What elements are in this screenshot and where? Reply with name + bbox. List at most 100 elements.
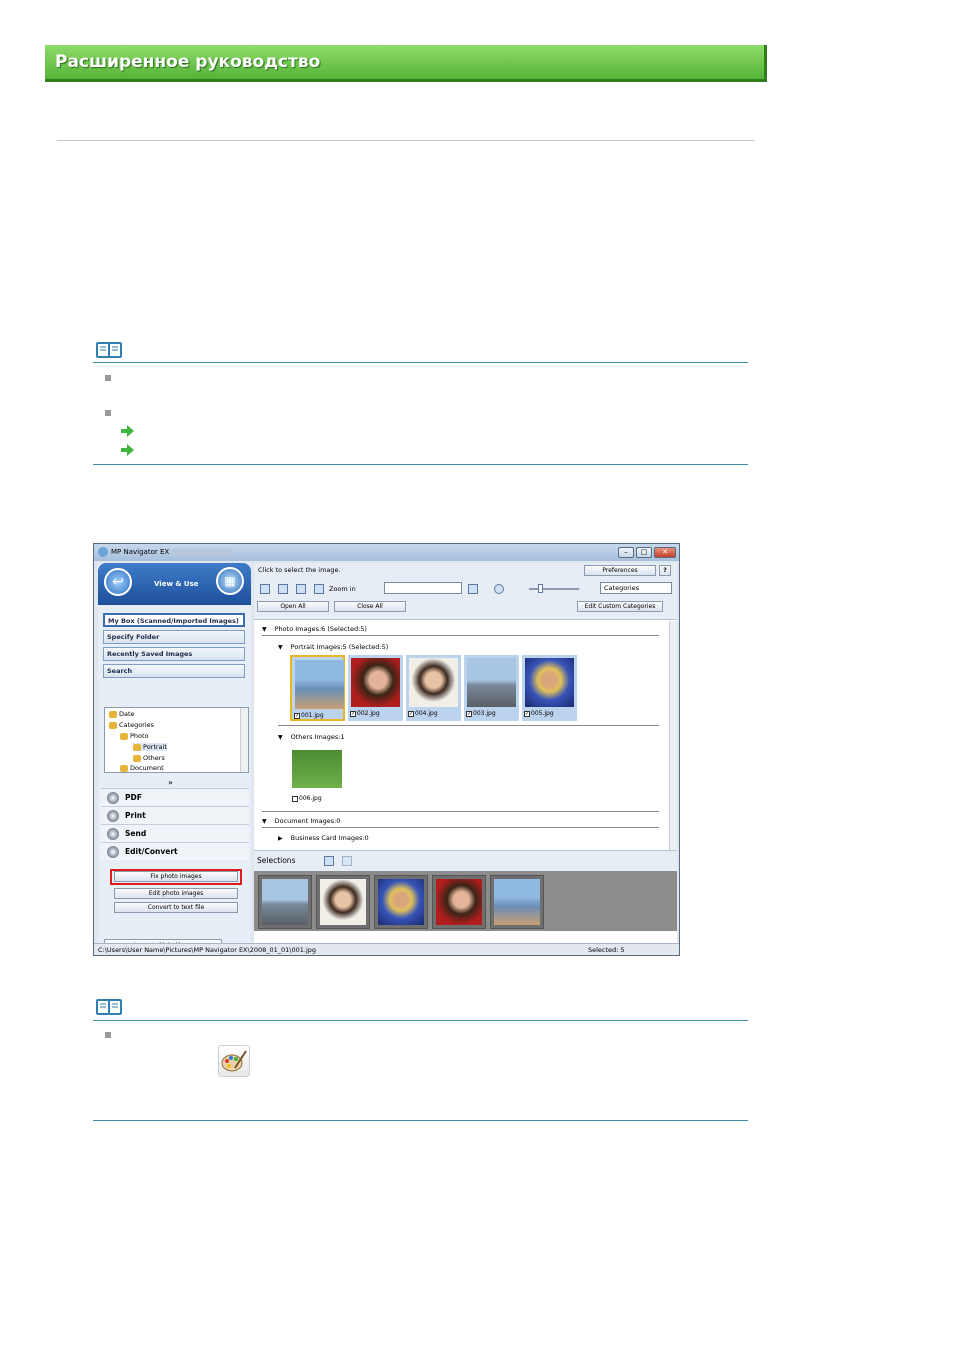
thumbnail-checkbox[interactable]: ✓ bbox=[466, 710, 472, 717]
view-tiles-icon[interactable] bbox=[278, 584, 288, 594]
folder-icon bbox=[120, 764, 128, 772]
folder-icon bbox=[120, 732, 128, 740]
thumbnail-image bbox=[525, 658, 574, 707]
fix-photo-tool-icon bbox=[218, 1045, 250, 1077]
tag-icon[interactable] bbox=[296, 584, 306, 594]
preferences-button[interactable]: Preferences bbox=[584, 565, 656, 576]
note-bullet bbox=[105, 410, 111, 416]
thumbnail[interactable]: ✓ 004.jpg bbox=[406, 655, 461, 721]
search-input[interactable] bbox=[384, 582, 462, 594]
open-all-button[interactable]: Open All bbox=[257, 601, 329, 612]
thumbnail[interactable]: 006.jpg bbox=[290, 747, 345, 809]
view-grid-icon[interactable] bbox=[260, 584, 270, 594]
note-bottom-rule bbox=[93, 464, 748, 465]
thumbnail[interactable]: ✓ 003.jpg bbox=[464, 655, 519, 721]
note-bullet bbox=[105, 1032, 111, 1038]
nav-search[interactable]: Search bbox=[103, 664, 245, 678]
mp-navigator-window: MP Navigator EX – □ ✕ ↩ View & Use ▦ My … bbox=[93, 543, 680, 956]
selected-thumbnail[interactable] bbox=[374, 875, 428, 929]
edit-photo-images-button[interactable]: Edit photo images bbox=[114, 888, 238, 899]
group-separator bbox=[262, 635, 659, 636]
edit-custom-categories-button[interactable]: Edit Custom Categories bbox=[577, 601, 663, 612]
monitor-icon: ▦ bbox=[216, 567, 244, 595]
thumbnail-checkbox[interactable]: ✓ bbox=[294, 712, 300, 719]
folder-icon bbox=[109, 721, 117, 729]
section-pdf[interactable]: PDF bbox=[101, 788, 249, 806]
size-slider[interactable] bbox=[529, 588, 579, 590]
folder-icon bbox=[133, 754, 141, 762]
tree-item-categories[interactable]: Categories bbox=[109, 721, 154, 729]
thumbnail[interactable]: ✓ 002.jpg bbox=[348, 655, 403, 721]
zoom-icon[interactable] bbox=[314, 584, 324, 594]
note-book-icon bbox=[96, 342, 122, 358]
tree-item-date[interactable]: Date bbox=[109, 710, 135, 718]
tree-item-document[interactable]: Document bbox=[120, 764, 164, 772]
section-edit-convert[interactable]: Edit/Convert bbox=[101, 842, 249, 860]
selections-grid-icon[interactable] bbox=[324, 856, 334, 866]
select-hint: Click to select the image. bbox=[258, 566, 341, 574]
link-arrow-icon[interactable] bbox=[121, 444, 134, 456]
nav-recently-saved[interactable]: Recently Saved Images bbox=[103, 647, 245, 661]
back-icon[interactable]: ↩ bbox=[104, 568, 132, 596]
thumbnail-checkbox[interactable]: ✓ bbox=[408, 710, 414, 717]
selected-thumbnail[interactable] bbox=[258, 875, 312, 929]
thumbnail-image bbox=[320, 879, 366, 925]
thumbnail-checkbox[interactable]: ✓ bbox=[524, 710, 530, 717]
tree-item-photo[interactable]: Photo bbox=[120, 732, 149, 740]
zoom-in-label[interactable]: Zoom in bbox=[329, 585, 356, 593]
palette-icon bbox=[221, 1050, 247, 1072]
thumbnail-checkbox[interactable] bbox=[292, 795, 298, 802]
minimize-button[interactable]: – bbox=[618, 547, 634, 558]
view-use-header: ↩ View & Use ▦ bbox=[98, 563, 251, 605]
group-portrait[interactable]: Portrait Images:5 (Selected:5) bbox=[278, 643, 389, 651]
group-business-card[interactable]: Business Card Images:0 bbox=[278, 834, 369, 842]
right-panel: Click to select the image. Preferences ?… bbox=[254, 563, 677, 943]
send-icon bbox=[107, 828, 119, 840]
close-all-button[interactable]: Close All bbox=[334, 601, 406, 612]
group-photo[interactable]: Photo Images:6 (Selected:5) bbox=[262, 625, 367, 633]
convert-to-text-button[interactable]: Convert to text file bbox=[114, 902, 238, 913]
folder-icon bbox=[133, 743, 141, 751]
thumbnail-image bbox=[295, 660, 344, 709]
section-send[interactable]: Send bbox=[101, 824, 249, 842]
selected-thumbnail[interactable] bbox=[432, 875, 486, 929]
section-print[interactable]: Print bbox=[101, 806, 249, 824]
selections-clear-icon[interactable] bbox=[342, 856, 352, 866]
help-button[interactable]: ? bbox=[659, 565, 671, 576]
selections-bar: Selections bbox=[254, 850, 677, 872]
note-bullet bbox=[105, 375, 111, 381]
content-scrollbar[interactable] bbox=[669, 621, 677, 853]
selected-thumbnail[interactable] bbox=[316, 875, 370, 929]
selections-label: Selections bbox=[257, 856, 296, 865]
highlight-box bbox=[110, 869, 242, 885]
mode-label: View & Use bbox=[154, 580, 199, 588]
tree-item-portrait[interactable]: Portrait bbox=[133, 743, 167, 751]
tree-item-others[interactable]: Others bbox=[133, 754, 165, 762]
close-button[interactable]: ✕ bbox=[654, 547, 676, 558]
group-others[interactable]: Others Images:1 bbox=[278, 733, 345, 741]
note-top-rule bbox=[93, 1020, 748, 1021]
refresh-icon[interactable] bbox=[494, 584, 504, 594]
view-select[interactable]: Categories bbox=[600, 582, 672, 594]
selected-thumbnail[interactable] bbox=[490, 875, 544, 929]
app-icon bbox=[98, 547, 108, 557]
maximize-button[interactable]: □ bbox=[636, 547, 652, 558]
category-tree[interactable]: Date Categories Photo Portrait Others Do… bbox=[104, 707, 249, 773]
thumbnail-image bbox=[467, 658, 516, 707]
manual-header-title: Расширенное руководство bbox=[55, 52, 321, 72]
search-icon[interactable] bbox=[468, 584, 478, 594]
thumbnail-image bbox=[378, 879, 424, 925]
expand-chevron-icon[interactable]: » bbox=[168, 778, 173, 787]
thumbnail[interactable]: ✓ 005.jpg bbox=[522, 655, 577, 721]
size-slider-thumb[interactable] bbox=[538, 584, 543, 593]
group-document[interactable]: Document Images:0 bbox=[262, 817, 341, 825]
thumbnail-checkbox[interactable]: ✓ bbox=[350, 710, 356, 717]
left-panel: ↩ View & Use ▦ My Box (Scanned/Imported … bbox=[98, 563, 251, 952]
link-arrow-icon[interactable] bbox=[121, 425, 134, 437]
thumbnail-image bbox=[292, 750, 342, 788]
thumbnail[interactable]: ✓ 001.jpg bbox=[290, 655, 345, 721]
nav-my-box[interactable]: My Box (Scanned/Imported Images) bbox=[103, 613, 245, 627]
tree-scrollbar[interactable] bbox=[240, 708, 248, 772]
thumbnail-image bbox=[262, 879, 308, 925]
nav-specify-folder[interactable]: Specify Folder bbox=[103, 630, 245, 644]
